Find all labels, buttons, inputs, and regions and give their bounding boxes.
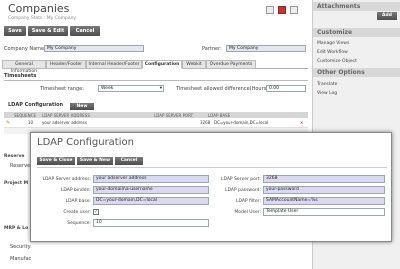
ldap-new-button[interactable]: New	[70, 103, 94, 110]
ldap-section-title: LDAP Configuration	[8, 102, 64, 108]
row-sequence: 10	[28, 120, 34, 125]
tab-header-footer[interactable]: Header/Footer	[46, 60, 86, 69]
tab-general-information[interactable]: General Information	[2, 60, 46, 74]
base-label: LDAP base:	[65, 199, 91, 204]
security-label: Security	[10, 244, 31, 250]
attachments-header: Attachments	[313, 2, 400, 11]
save-new-button[interactable]: Save & New	[77, 157, 113, 165]
password-label: LDAP password:	[225, 188, 261, 193]
sidebar-item-customize-object[interactable]: Customize Object	[317, 59, 357, 64]
reserve-section-label: Reserve	[4, 154, 25, 159]
binddn-label: LDAP binddn:	[60, 188, 91, 193]
timesheet-range-value: Week	[101, 86, 114, 91]
list-view-icon[interactable]	[278, 6, 286, 14]
server-address-label: LDAP Server address:	[42, 177, 92, 182]
timesheet-range-label: Timesheet range:	[40, 86, 84, 92]
timesheets-section-title: Timesheets	[4, 73, 37, 79]
filter-field[interactable]: SAMAccountName=%s	[263, 197, 385, 205]
breadcrumb: Company Stats : My Company	[8, 16, 77, 21]
timesheets-divider	[4, 80, 308, 81]
save-close-button[interactable]: Save & Close	[37, 157, 75, 165]
mrp-section-label: MRP & Lo	[4, 226, 29, 231]
row-port: 3268	[200, 120, 211, 125]
dialog-cancel-button[interactable]: Cancel	[115, 157, 143, 165]
row-address: your adserver address	[42, 120, 87, 125]
server-address-field[interactable]: your adserver address	[93, 175, 209, 183]
save-button[interactable]: Save	[4, 26, 26, 36]
server-port-field[interactable]: 3268	[263, 175, 385, 183]
add-attachment-button[interactable]: Add	[377, 12, 397, 20]
model-user-field[interactable]: Template User	[263, 208, 385, 216]
row-base: DC=your-domain,DC=local	[214, 120, 269, 125]
sequence-field[interactable]: 10	[93, 219, 209, 227]
ldap-grid-columns: SEQUENCE LDAP SERVER ADDRESS LDAP SERVER…	[4, 112, 308, 118]
server-port-label: LDAP Server port:	[220, 177, 261, 182]
model-user-label: Model User:	[234, 210, 261, 215]
customize-header: Customize	[313, 28, 400, 37]
dialog-title: LDAP Configuration	[37, 137, 134, 148]
form-view-icon[interactable]	[266, 6, 274, 14]
sidebar-item-manage-views[interactable]: Manage Views	[317, 41, 349, 46]
company-name-field[interactable]: My Company	[44, 45, 144, 52]
tab-configuration[interactable]: Configuration	[142, 60, 182, 69]
chevron-down-icon: ▾	[159, 86, 162, 91]
timesheet-range-select[interactable]: Week ▾	[98, 85, 164, 92]
timesheet-diff-field[interactable]: 0.00	[266, 85, 306, 92]
delete-icon[interactable]: ✕	[300, 120, 303, 125]
sequence-label: Sequence:	[67, 221, 91, 226]
ldap-config-dialog: LDAP Configuration Save & Close Save & N…	[30, 132, 392, 242]
base-field[interactable]: DC=your-domain,DC=local	[93, 197, 209, 205]
save-edit-button[interactable]: Save & Edit	[28, 26, 68, 36]
ldap-grid-header: LDAP Configuration New	[4, 102, 308, 110]
sidebar-item-edit-workflow[interactable]: Edit Workflow	[317, 50, 348, 55]
manufacturing-label: Manufac	[10, 256, 32, 262]
title-row: Companies Company Stats : My Company	[4, 2, 310, 22]
partner-field[interactable]: My Company	[226, 45, 306, 52]
col-address[interactable]: LDAP SERVER ADDRESS	[42, 113, 90, 118]
password-field[interactable]: your-password	[263, 186, 385, 194]
cancel-button[interactable]: Cancel	[70, 26, 100, 36]
tab-overdue-payments[interactable]: Overdue Payments	[206, 60, 256, 69]
partner-label: Partner:	[202, 46, 222, 52]
company-name-label: Company Name:	[4, 46, 46, 52]
sidebar-item-view-log[interactable]: View Log	[317, 91, 337, 96]
tab-internal-header-footer[interactable]: Internal Header/Footer	[86, 60, 142, 69]
dialog-divider	[37, 167, 387, 168]
col-sequence[interactable]: SEQUENCE	[14, 113, 36, 118]
calendar-view-icon[interactable]	[290, 6, 298, 14]
tab-bar: General Information Header/Footer Intern…	[2, 60, 308, 74]
col-base[interactable]: LDAP BASE	[208, 113, 230, 118]
filter-label: LDAP filter:	[235, 199, 261, 204]
create-user-checkbox[interactable]: ✓	[93, 209, 99, 215]
page-title: Companies	[8, 2, 70, 15]
create-user-label: Create user:	[63, 210, 91, 215]
col-port[interactable]: LDAP SERVER PORT	[154, 113, 193, 118]
tab-webkit[interactable]: Webkit	[182, 60, 206, 69]
other-options-header: Other Options	[313, 68, 400, 77]
sidebar-item-translate[interactable]: Translate	[317, 82, 337, 87]
project-section-label: Project M	[4, 181, 29, 186]
pencil-icon[interactable]: ✎	[6, 120, 10, 126]
reserve-field-label: Reserve	[10, 163, 31, 169]
timesheet-diff-label: Timesheet allowed difference(Hours):	[176, 86, 270, 92]
table-row[interactable]: ✎ 10 your adserver address 3268 DC=your-…	[4, 119, 308, 126]
binddn-field[interactable]: your-domain\a-username	[93, 186, 209, 194]
